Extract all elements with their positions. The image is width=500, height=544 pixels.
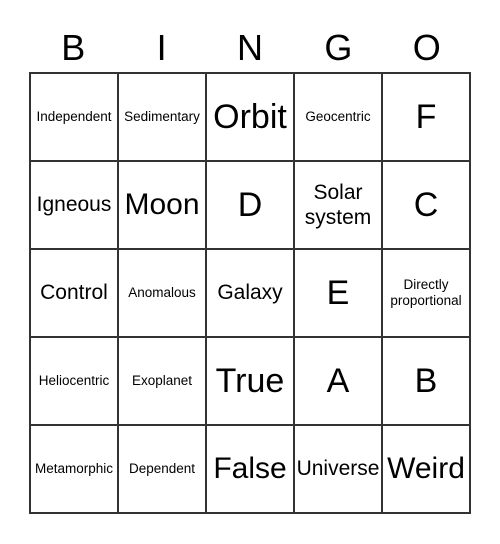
bingo-cell[interactable]: Moon (118, 161, 206, 249)
bingo-cell[interactable]: Geocentric (294, 73, 382, 161)
bingo-cell[interactable]: E (294, 249, 382, 337)
bingo-cell[interactable]: Control (30, 249, 118, 337)
bingo-cell[interactable]: Igneous (30, 161, 118, 249)
bingo-header: B I N G O (29, 26, 471, 70)
bingo-cell[interactable]: Solar system (294, 161, 382, 249)
bingo-cell[interactable]: Metamorphic (30, 425, 118, 513)
bingo-cell[interactable]: Sedimentary (118, 73, 206, 161)
bingo-grid: Independent Sedimentary Orbit Geocentric F Ig… (29, 72, 471, 514)
bingo-cell[interactable]: Exoplanet (118, 337, 206, 425)
bingo-cell[interactable]: Anomalous (118, 249, 206, 337)
bingo-cell[interactable]: D (206, 161, 294, 249)
bingo-cell[interactable]: F (382, 73, 470, 161)
bingo-cell[interactable]: Independent (30, 73, 118, 161)
bingo-cell[interactable]: Dependent (118, 425, 206, 513)
header-letter-n: N (236, 27, 263, 68)
bingo-cell[interactable]: C (382, 161, 470, 249)
header-letter-o: O (412, 27, 441, 68)
bingo-cell[interactable]: A (294, 337, 382, 425)
header-letter-b: B (61, 27, 86, 68)
bingo-cell[interactable]: Weird (382, 425, 470, 513)
bingo-cell[interactable]: False (206, 425, 294, 513)
bingo-cell[interactable]: True (206, 337, 294, 425)
bingo-cell[interactable]: Heliocentric (30, 337, 118, 425)
bingo-cell[interactable]: Directly proportional (382, 249, 470, 337)
bingo-cell[interactable]: B (382, 337, 470, 425)
bingo-cell[interactable]: Orbit (206, 73, 294, 161)
header-letter-g: G (324, 27, 353, 68)
bingo-cell[interactable]: Galaxy (206, 249, 294, 337)
bingo-cell[interactable]: Universe (294, 425, 382, 513)
header-letter-i: I (156, 27, 167, 68)
